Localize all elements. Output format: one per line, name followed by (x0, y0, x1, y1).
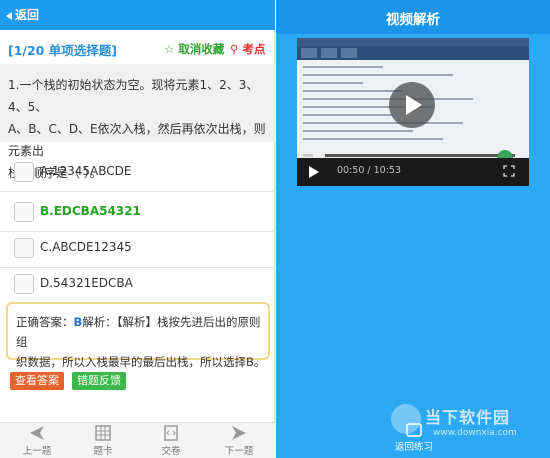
video-time: 00:50 / 10:53 (337, 165, 401, 176)
frame-tab (341, 48, 357, 58)
back-button[interactable]: 返回 (6, 6, 39, 23)
option-a[interactable]: A.12345ABCDE (0, 152, 275, 192)
video-frame (297, 38, 529, 158)
watermark-logo-icon (391, 404, 421, 434)
video-title: 视频解析 (386, 12, 440, 28)
play-button[interactable] (389, 82, 435, 128)
watermark-name: 当下软件园 (425, 408, 511, 427)
video-top-bar: 视频解析 (276, 0, 550, 34)
watermark: 当下软件园 www.downxia.com (385, 400, 550, 458)
frame-titlebar (297, 38, 529, 46)
submit-paper-button[interactable]: 交卷 (146, 425, 196, 457)
next-question-button[interactable]: 下一题 (214, 425, 264, 457)
answer-text: 正确答案：B解析：【解析】栈按先进后出的原则组 织数据，所以入栈最早的最后出栈，… (16, 312, 266, 372)
video-controls: 00:50 / 10:53 (297, 158, 529, 186)
nav-label: 下一题 (224, 446, 254, 457)
option-label: C.ABCDE12345 (40, 240, 132, 254)
option-label-correct: B.EDCBA54321 (40, 204, 141, 218)
question-panel: 返回 [1/20 单项选择题] ☆ 取消收藏 ⚲ 考点 1.一个栈的初始状态为空… (0, 0, 275, 458)
error-feedback-button[interactable]: 错题反馈 (72, 372, 126, 390)
frame-text (303, 114, 393, 116)
nav-label: 交卷 (161, 446, 181, 457)
submit-paper-icon (164, 425, 178, 441)
arrow-right-icon (232, 426, 246, 440)
question-line: 1.一个栈的初始状态为空。现将元素1、2、3、4、5、 (8, 78, 259, 114)
frame-text (303, 122, 463, 124)
frame-text (303, 66, 383, 68)
option-checkbox[interactable] (14, 238, 34, 258)
option-d[interactable]: D.54321EDCBA (0, 264, 275, 304)
top-bar: 返回 (0, 0, 275, 30)
frame-text (303, 90, 403, 92)
option-b[interactable]: B.EDCBA54321 (0, 192, 275, 232)
view-answer-button[interactable]: 查看答案 (10, 372, 64, 390)
option-checkbox[interactable] (14, 162, 34, 182)
frame-text (303, 130, 413, 132)
option-checkbox[interactable] (14, 202, 34, 222)
play-icon (406, 95, 422, 115)
nav-label: 题卡 (93, 446, 113, 457)
question-stem: 1.一个栈的初始状态为空。现将元素1、2、3、4、5、 A、B、C、D、E依次入… (0, 64, 275, 180)
video-panel: 视频解析 00:50 / 10:53 返回练习 (276, 0, 550, 458)
option-c[interactable]: C.ABCDE12345 (0, 228, 275, 268)
back-label: 返回 (15, 8, 40, 22)
answer-explanation-box: 正确答案：B解析：【解析】栈按先进后出的原则组 织数据，所以入栈最早的最后出栈，… (6, 302, 270, 369)
frame-text (303, 138, 443, 140)
video-progress-bar[interactable] (303, 154, 515, 157)
bottom-nav: 上一题 题卡 交卷 下一题 (0, 422, 275, 458)
frame-tab (301, 48, 317, 58)
back-arrow-icon (6, 11, 12, 20)
unfavorite-label: 取消收藏 (178, 42, 225, 56)
answer-prefix: 正确答案： (16, 315, 74, 329)
frame-text (303, 82, 363, 84)
nav-label: 上一题 (22, 446, 52, 457)
option-label: A.12345ABCDE (40, 164, 132, 178)
grid-card-icon (95, 425, 111, 441)
answer-letter: B (73, 315, 83, 329)
option-checkbox[interactable] (14, 274, 34, 294)
option-label: D.54321EDCBA (40, 276, 133, 290)
prev-question-button[interactable]: 上一题 (12, 425, 62, 457)
exam-point-button[interactable]: ⚲ 考点 (230, 41, 265, 57)
frame-text (303, 74, 453, 76)
question-header: [1/20 单项选择题] ☆ 取消收藏 ⚲ 考点 (0, 38, 275, 60)
unfavorite-button[interactable]: ☆ 取消收藏 (164, 41, 224, 57)
question-type-label: [1/20 单项选择题] (8, 43, 117, 58)
frame-tab (321, 48, 337, 58)
video-player[interactable]: 00:50 / 10:53 (297, 38, 529, 186)
fullscreen-icon[interactable] (503, 165, 515, 177)
exam-point-label: 考点 (242, 42, 266, 56)
watermark-url: www.downxia.com (433, 428, 517, 438)
arrow-left-icon (30, 426, 44, 440)
answer-card-button[interactable]: 题卡 (78, 425, 128, 457)
frame-text (303, 98, 473, 100)
explanation-line: 织数据，所以入栈最早的最后出栈，所以选择B。 (16, 355, 266, 369)
small-play-icon[interactable] (309, 166, 319, 178)
search-icon: ⚲ (230, 42, 239, 56)
